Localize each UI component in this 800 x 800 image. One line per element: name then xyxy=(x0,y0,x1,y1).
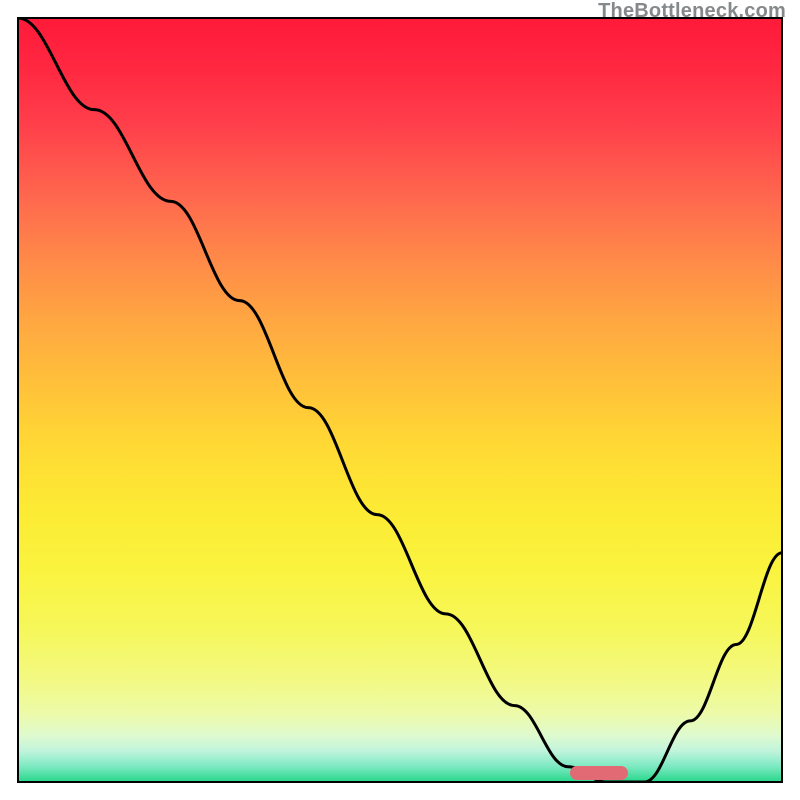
optimal-marker xyxy=(570,766,628,780)
bottleneck-curve xyxy=(18,18,782,782)
watermark: TheBottleneck.com xyxy=(598,0,786,23)
